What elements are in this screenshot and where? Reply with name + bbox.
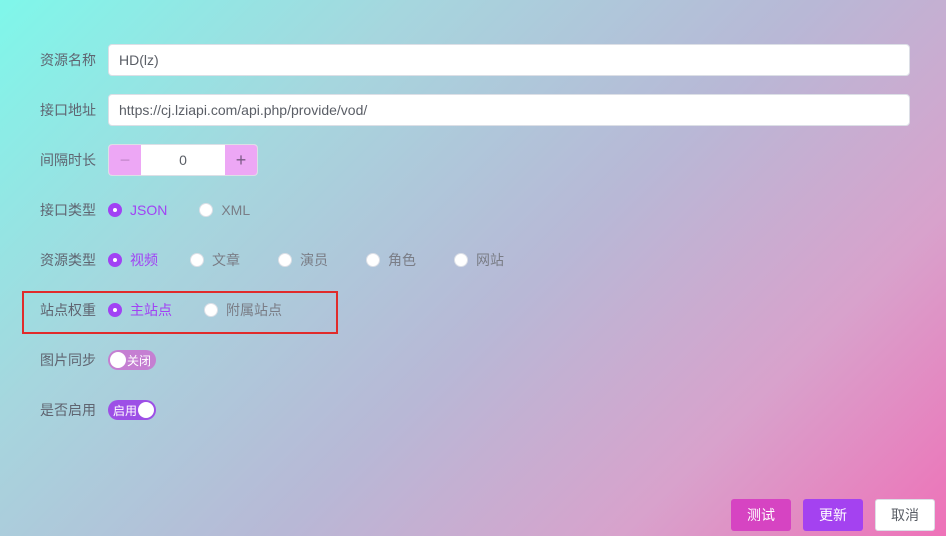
site-weight-row: 站点权重 主站点 附属站点	[40, 294, 304, 326]
resource-type-role-radio[interactable]: 角色	[366, 250, 416, 270]
api-url-input[interactable]: https://cj.lziapi.com/api.php/provide/vo…	[108, 94, 910, 126]
radio-dot-icon	[199, 203, 214, 217]
api-type-json-radio[interactable]: JSON	[108, 202, 167, 218]
resource-type-row: 资源类型 视频 文章 演员 角色 网站	[40, 244, 526, 276]
toggle-knob-icon	[138, 402, 154, 418]
resource-type-video-label: 视频	[130, 252, 158, 268]
image-sync-label: 图片同步	[40, 352, 96, 368]
resource-name-label: 资源名称	[40, 52, 96, 68]
site-weight-secondary-radio[interactable]: 附属站点	[204, 300, 282, 320]
resource-type-website-radio[interactable]: 网站	[454, 250, 504, 270]
interval-increase-button[interactable]: +	[225, 145, 257, 175]
resource-name-input[interactable]: HD(lz)	[108, 44, 910, 76]
resource-type-video-radio[interactable]: 视频	[108, 250, 158, 270]
resource-type-actor-label: 演员	[300, 252, 328, 268]
api-type-json-label: JSON	[130, 202, 168, 218]
enabled-label: 是否启用	[40, 402, 96, 418]
resource-type-website-label: 网站	[476, 252, 504, 268]
cancel-button[interactable]: 取消	[875, 499, 935, 531]
interval-value-input[interactable]: 0	[141, 145, 225, 175]
api-type-xml-label: XML	[221, 202, 251, 218]
resource-type-article-label: 文章	[212, 252, 240, 268]
image-sync-toggle-text: 关闭	[127, 353, 152, 368]
site-weight-main-label: 主站点	[130, 302, 172, 318]
toggle-knob-icon	[110, 352, 126, 368]
update-button[interactable]: 更新	[803, 499, 863, 531]
api-type-xml-radio[interactable]: XML	[199, 202, 250, 218]
resource-name-row: 资源名称 HD(lz)	[40, 44, 910, 76]
interval-row: 间隔时长 − 0 +	[40, 144, 258, 176]
enabled-toggle[interactable]: 启用	[108, 400, 156, 420]
site-weight-main-radio[interactable]: 主站点	[108, 300, 172, 320]
api-type-row: 接口类型 JSON XML	[40, 194, 272, 226]
interval-label: 间隔时长	[40, 152, 96, 168]
radio-dot-icon	[190, 253, 204, 267]
interval-stepper: − 0 +	[108, 144, 258, 176]
enabled-toggle-text: 启用	[113, 403, 138, 418]
resource-type-actor-radio[interactable]: 演员	[278, 250, 328, 270]
site-weight-secondary-label: 附属站点	[226, 302, 282, 318]
resource-type-role-label: 角色	[388, 252, 416, 268]
radio-dot-icon	[366, 253, 380, 267]
enabled-row: 是否启用 启用	[40, 394, 156, 426]
api-type-label: 接口类型	[40, 202, 96, 218]
radio-dot-icon	[108, 253, 122, 267]
resource-type-article-radio[interactable]: 文章	[190, 250, 240, 270]
api-url-row: 接口地址 https://cj.lziapi.com/api.php/provi…	[40, 94, 910, 126]
test-button[interactable]: 测试	[731, 499, 791, 531]
interval-decrease-button[interactable]: −	[109, 145, 141, 175]
image-sync-row: 图片同步 关闭	[40, 344, 156, 376]
radio-dot-icon	[278, 253, 292, 267]
resource-type-label: 资源类型	[40, 252, 96, 268]
api-url-label: 接口地址	[40, 102, 96, 118]
radio-dot-icon	[454, 253, 468, 267]
image-sync-toggle[interactable]: 关闭	[108, 350, 156, 370]
radio-dot-icon	[108, 303, 122, 317]
site-weight-label: 站点权重	[40, 302, 96, 318]
radio-dot-icon	[204, 303, 218, 317]
radio-dot-icon	[108, 203, 122, 217]
